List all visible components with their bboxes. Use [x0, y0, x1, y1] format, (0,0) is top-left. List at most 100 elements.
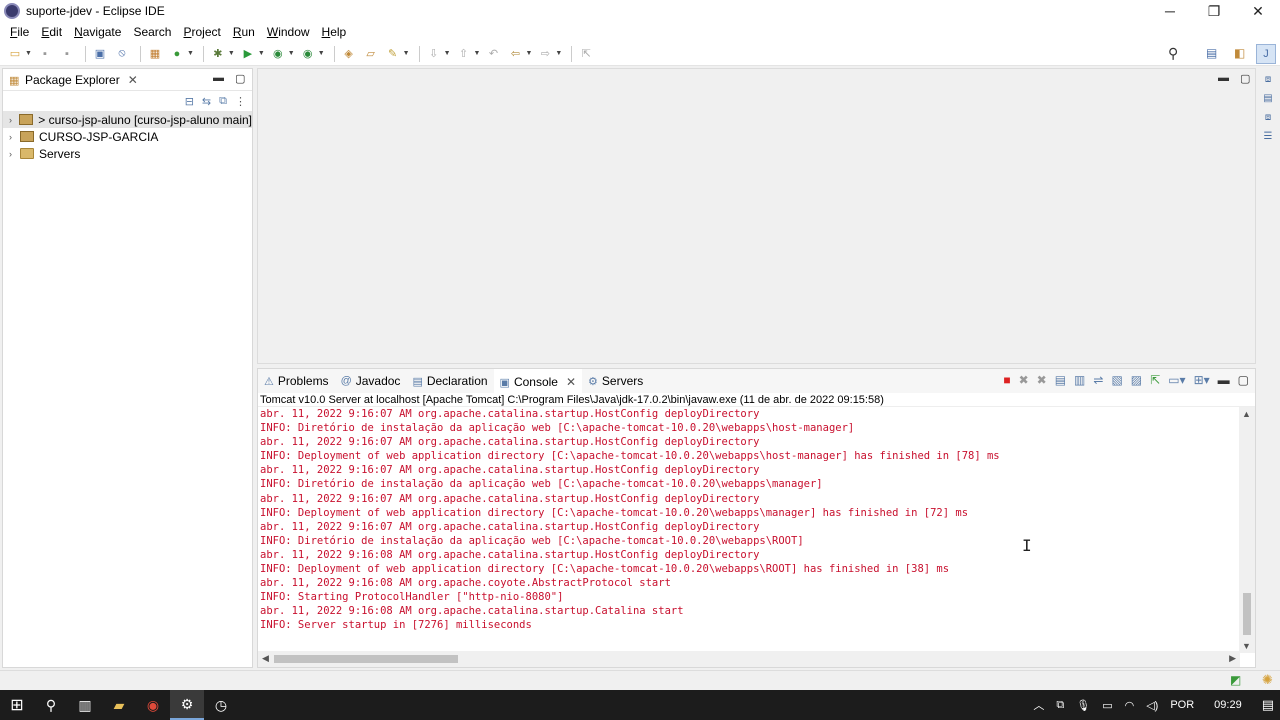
open-perspective-icon[interactable]: ▤: [1206, 46, 1217, 60]
coverage-dropdown-icon[interactable]: ▼: [288, 50, 295, 57]
scroll-down-icon[interactable]: ▼: [1242, 641, 1251, 651]
coverage-icon[interactable]: ◉: [269, 45, 287, 63]
save-all-icon[interactable]: ▪: [58, 45, 76, 63]
file-explorer-icon[interactable]: ▰: [102, 690, 136, 720]
new-class-dropdown-icon[interactable]: ▼: [187, 50, 194, 57]
java-perspective-icon[interactable]: J: [1256, 44, 1276, 64]
debug-dropdown-icon[interactable]: ▼: [228, 50, 235, 57]
remove-launch-icon[interactable]: ✖: [1019, 373, 1029, 387]
skip-breakpoints-icon[interactable]: ⦸: [113, 45, 131, 63]
pin-editor-icon[interactable]: ⇱: [577, 45, 595, 63]
menu-navigate[interactable]: Navigate: [68, 25, 127, 39]
open-folder-icon[interactable]: ▱: [362, 45, 380, 63]
microphone-icon[interactable]: 🎙: [1076, 699, 1090, 712]
expand-arrow-icon[interactable]: ›: [9, 115, 19, 125]
tree-item[interactable]: › > curso-jsp-aluno [curso-jsp-aluno main…: [3, 111, 252, 128]
expand-arrow-icon[interactable]: ›: [9, 132, 19, 142]
tab-servers[interactable]: ⚙ Servers: [582, 369, 649, 393]
forward-dropdown-icon[interactable]: ▼: [555, 50, 562, 57]
link-with-editor-icon[interactable]: ⇆: [202, 95, 211, 108]
expand-arrow-icon[interactable]: ›: [9, 149, 19, 159]
show-on-stderr-icon[interactable]: ▨: [1131, 373, 1142, 387]
tip-bulb-icon[interactable]: ✺: [1262, 672, 1273, 688]
close-icon[interactable]: ✕: [128, 73, 138, 87]
maximize-editor-icon[interactable]: ▢: [1240, 72, 1250, 85]
open-console-icon[interactable]: ⊞▾: [1194, 373, 1210, 387]
menu-help[interactable]: Help: [316, 25, 353, 39]
minimize-view-icon[interactable]: ▬: [213, 72, 224, 84]
notifications-icon[interactable]: ▤: [1262, 697, 1274, 713]
tab-declaration[interactable]: ▤ Declaration: [406, 369, 493, 393]
save-icon[interactable]: ▪: [36, 45, 54, 63]
close-icon[interactable]: ✕: [566, 375, 576, 389]
menu-window[interactable]: Window: [261, 25, 316, 39]
display-console-icon[interactable]: ▭▾: [1168, 373, 1185, 387]
forward-icon[interactable]: ⇨: [536, 45, 554, 63]
vertical-scroll-thumb[interactable]: [1243, 593, 1251, 635]
external-tools-dropdown-icon[interactable]: ▼: [318, 50, 325, 57]
scroll-lock-icon[interactable]: ▥: [1074, 373, 1085, 387]
back-dropdown-icon[interactable]: ▼: [525, 50, 532, 57]
language-indicator[interactable]: POR: [1170, 699, 1194, 711]
package-icon[interactable]: ▦: [146, 45, 164, 63]
terminal-icon[interactable]: ▣: [91, 45, 109, 63]
volume-icon[interactable]: ◁): [1146, 699, 1158, 712]
restore-button[interactable]: ❐: [1192, 0, 1236, 22]
editor-area[interactable]: ▬ ▢: [257, 68, 1256, 364]
clock[interactable]: 09:29: [1214, 699, 1242, 711]
scroll-up-icon[interactable]: ▲: [1242, 409, 1251, 419]
last-edit-icon[interactable]: ↶: [484, 45, 502, 63]
tray-overflow-icon[interactable]: ︿: [1033, 697, 1044, 713]
run-dropdown-icon[interactable]: ▼: [258, 50, 265, 57]
new-class-icon[interactable]: ●: [168, 45, 186, 63]
maximize-view-icon[interactable]: ▢: [235, 72, 245, 85]
console-output[interactable]: abr. 11, 2022 9:16:07 AM org.apache.cata…: [258, 407, 1240, 653]
restore-view-icon-2[interactable]: ⧈: [1265, 112, 1271, 123]
new-icon[interactable]: ▭: [6, 45, 24, 63]
word-wrap-icon[interactable]: ⇌: [1093, 373, 1103, 387]
eclipse-taskbar-icon[interactable]: ⚙: [170, 690, 204, 720]
prev-annotation-icon[interactable]: ⇧: [455, 45, 473, 63]
tree-item[interactable]: › CURSO-JSP-GARCIA: [3, 128, 252, 145]
menu-search[interactable]: Search: [127, 25, 177, 39]
scroll-right-icon[interactable]: ▶: [1229, 653, 1236, 664]
maximize-view-icon[interactable]: ▢: [1238, 373, 1249, 387]
battery-icon[interactable]: ▭: [1102, 699, 1112, 712]
tab-package-explorer[interactable]: ▦ Package Explorer ✕: [3, 69, 144, 91]
remove-all-terminated-icon[interactable]: ✖: [1037, 373, 1047, 387]
show-on-stdout-icon[interactable]: ▧: [1111, 373, 1122, 387]
minimize-editor-icon[interactable]: ▬: [1218, 72, 1229, 84]
menu-run[interactable]: Run: [227, 25, 261, 39]
scroll-left-icon[interactable]: ◀: [262, 653, 269, 664]
back-icon[interactable]: ⇦: [506, 45, 524, 63]
vertical-scrollbar[interactable]: ▲ ▼: [1239, 407, 1255, 653]
tab-problems[interactable]: ⚠ Problems: [258, 369, 335, 393]
prev-annotation-dropdown-icon[interactable]: ▼: [474, 50, 481, 57]
search-tool-icon[interactable]: ✎: [384, 45, 402, 63]
search-icon[interactable]: ⚲: [1168, 45, 1178, 62]
clock-app-icon[interactable]: ◷: [204, 690, 238, 720]
clear-console-icon[interactable]: ▤: [1055, 373, 1066, 387]
tab-console[interactable]: ▣ Console ✕: [493, 369, 583, 393]
close-button[interactable]: ✕: [1236, 0, 1280, 22]
wifi-icon[interactable]: ◠: [1125, 699, 1135, 712]
tree-item[interactable]: › Servers: [3, 145, 252, 162]
new-dropdown-icon[interactable]: ▼: [25, 50, 32, 57]
task-list-icon[interactable]: ☰: [1264, 131, 1273, 142]
menu-edit[interactable]: Edit: [35, 25, 68, 39]
external-tools-icon[interactable]: ◉: [299, 45, 317, 63]
debug-icon[interactable]: ✱: [209, 45, 227, 63]
horizontal-scroll-thumb[interactable]: [274, 655, 458, 663]
menu-project[interactable]: Project: [177, 25, 226, 39]
search-icon[interactable]: ⚲: [34, 690, 68, 720]
minimize-button[interactable]: ─: [1148, 0, 1192, 22]
minimize-view-icon[interactable]: ▬: [1218, 373, 1230, 387]
chrome-icon[interactable]: ◉: [136, 690, 170, 720]
filter-icon[interactable]: ⧉: [219, 95, 227, 108]
windows-start-icon[interactable]: ⊞: [0, 690, 34, 720]
horizontal-scrollbar[interactable]: ◀ ▶: [258, 651, 1240, 667]
outline-icon[interactable]: ▤: [1263, 93, 1272, 104]
restore-view-icon[interactable]: ⧈: [1265, 74, 1271, 85]
next-annotation-dropdown-icon[interactable]: ▼: [444, 50, 451, 57]
next-annotation-icon[interactable]: ⇩: [425, 45, 443, 63]
